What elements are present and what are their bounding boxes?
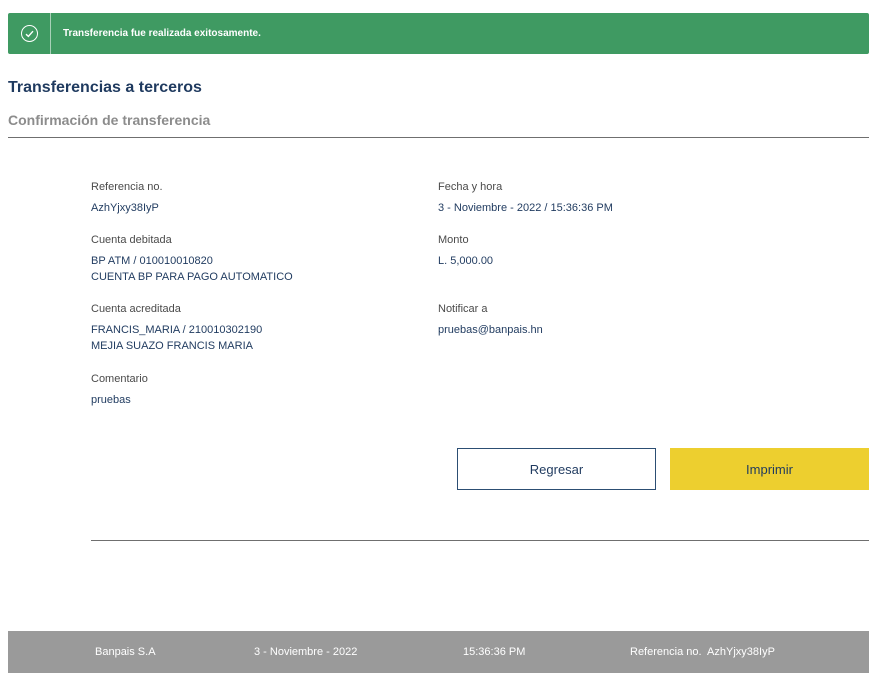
footer-time: 15:36:36 PM bbox=[463, 646, 526, 658]
footer-reference: Referencia no. AzhYjxy38IyP bbox=[630, 646, 775, 658]
field-referencia: Referencia no. AzhYjxy38IyP bbox=[91, 179, 163, 216]
field-label: Fecha y hora bbox=[438, 181, 503, 193]
page-title: Transferencias a terceros bbox=[8, 79, 202, 96]
field-label: Referencia no. bbox=[91, 181, 163, 193]
footer-date: 3 - Noviembre - 2022 bbox=[254, 646, 358, 658]
field-value-line2: CUENTA BP PARA PAGO AUTOMATICO bbox=[91, 271, 293, 283]
alert-message: Transferencia fue realizada exitosamente… bbox=[63, 28, 261, 39]
header-divider bbox=[8, 137, 869, 138]
field-monto: Monto L. 5,000.00 bbox=[438, 232, 493, 269]
field-label: Monto bbox=[438, 234, 469, 246]
footer-bar: Banpais S.A 3 - Noviembre - 2022 15:36:3… bbox=[8, 631, 869, 673]
field-value: pruebas bbox=[91, 394, 131, 406]
field-value: 3 - Noviembre - 2022 / 15:36:36 PM bbox=[438, 202, 613, 214]
alert-icon-container bbox=[8, 13, 51, 54]
footer-company: Banpais S.A bbox=[95, 646, 156, 658]
success-alert: Transferencia fue realizada exitosamente… bbox=[8, 13, 869, 54]
field-fecha: Fecha y hora 3 - Noviembre - 2022 / 15:3… bbox=[438, 179, 613, 216]
field-value-line2: MEJIA SUAZO FRANCIS MARIA bbox=[91, 340, 253, 352]
check-circle-icon bbox=[20, 25, 38, 42]
back-button[interactable]: Regresar bbox=[457, 448, 656, 490]
field-value: AzhYjxy38IyP bbox=[91, 202, 159, 214]
page-subtitle: Confirmación de transferencia bbox=[8, 112, 211, 128]
field-value-line1: BP ATM / 010010010820 bbox=[91, 255, 213, 267]
field-comentario: Comentario pruebas bbox=[91, 371, 148, 408]
print-button[interactable]: Imprimir bbox=[670, 448, 869, 490]
field-label: Cuenta acreditada bbox=[91, 303, 181, 315]
field-value: pruebas@banpais.hn bbox=[438, 324, 543, 336]
content-divider bbox=[91, 540, 869, 541]
field-label: Notificar a bbox=[438, 303, 488, 315]
field-cuenta-debitada: Cuenta debitada BP ATM / 010010010820 CU… bbox=[91, 232, 293, 285]
field-label: Cuenta debitada bbox=[91, 234, 172, 246]
field-notificar: Notificar a pruebas@banpais.hn bbox=[438, 301, 543, 338]
field-label: Comentario bbox=[91, 373, 148, 385]
field-value: L. 5,000.00 bbox=[438, 255, 494, 267]
field-value-line1: FRANCIS_MARIA / 210010302190 bbox=[91, 324, 263, 336]
field-cuenta-acreditada: Cuenta acreditada FRANCIS_MARIA / 210010… bbox=[91, 301, 262, 354]
